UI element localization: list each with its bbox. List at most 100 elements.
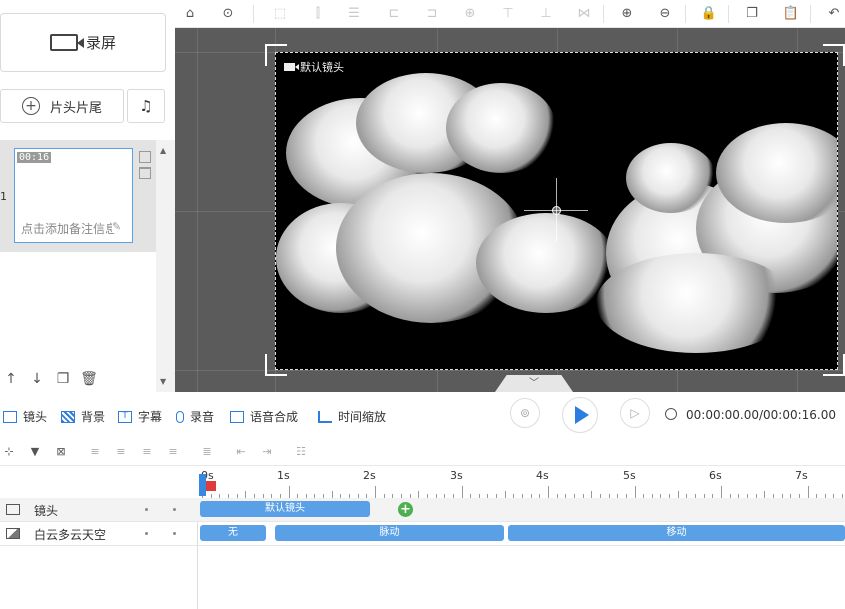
scene-index: 1 xyxy=(0,190,7,203)
align-middle-icon[interactable]: ⋈ xyxy=(575,5,593,23)
time-scale-label: 时间缩放 xyxy=(338,410,387,424)
ruler-label: 3s xyxy=(450,469,463,482)
move-up-icon[interactable]: ↑ xyxy=(0,371,22,387)
notes-icon[interactable]: ☷ xyxy=(294,445,308,459)
music-list-icon: ♫ xyxy=(139,97,153,115)
background-icon xyxy=(61,410,75,423)
align-bottom-icon[interactable]: ⊥ xyxy=(537,5,555,23)
visibility-dot[interactable] xyxy=(145,508,148,511)
lock-icon[interactable]: 🔒 xyxy=(700,5,718,23)
ruler-tick xyxy=(548,486,549,498)
scene-panel: 录屏 + 片头片尾 ♫ 1 00:16 点击添加备注信息 ✎ ▲ ▼ ↑ ↓ ❐… xyxy=(0,0,175,392)
effect-clip[interactable]: 无 xyxy=(200,525,266,541)
move-down-icon[interactable]: ↓ xyxy=(26,371,48,387)
duplicate-icon[interactable]: ❐ xyxy=(52,371,74,387)
trash-icon[interactable] xyxy=(139,167,151,179)
scene-scrollbar[interactable] xyxy=(156,140,175,392)
shrink-icon[interactable]: ⇤ xyxy=(234,445,248,459)
add-clip-button[interactable]: + xyxy=(398,502,413,517)
scroll-down-icon[interactable]: ▼ xyxy=(160,377,166,386)
ruler-label: 1s xyxy=(277,469,290,482)
play-next-button[interactable]: ▷ xyxy=(620,398,650,428)
scene-duration: 00:16 xyxy=(17,152,52,163)
target-icon[interactable]: ⊹ xyxy=(2,445,16,459)
play-icon xyxy=(575,406,589,424)
track-name: 白云多云天空 xyxy=(34,528,107,542)
clock-icon xyxy=(665,408,677,420)
distribute-h-icon[interactable]: ⫿ xyxy=(309,5,327,23)
ruler-tick xyxy=(418,491,420,498)
distribute-clip-icon[interactable]: ≣ xyxy=(200,445,214,459)
toolbar-divider xyxy=(728,5,729,23)
playhead-marker[interactable] xyxy=(206,481,216,491)
align-center-clip-icon[interactable]: ≡ xyxy=(114,445,128,459)
pencil-icon[interactable]: ✎ xyxy=(112,220,122,233)
record-audio-button[interactable]: 录音 xyxy=(176,408,214,425)
expand-icon[interactable]: ⇥ xyxy=(260,445,274,459)
next-frame-icon: ▷ xyxy=(630,406,640,420)
align-left-icon[interactable]: ⊏ xyxy=(385,5,403,23)
filter-icon[interactable]: ▼ xyxy=(28,445,42,459)
align-top-icon[interactable]: ⊤ xyxy=(499,5,517,23)
preview-zoom-button[interactable]: ⊚ xyxy=(510,398,540,428)
ruler-label: 6s xyxy=(709,469,722,482)
record-screen-button[interactable]: 录屏 xyxy=(0,13,166,72)
tts-label: 语音合成 xyxy=(250,410,299,424)
intro-outro-button[interactable]: + 片头片尾 xyxy=(0,89,124,123)
zoom-out-icon[interactable]: ⊖ xyxy=(656,5,674,23)
ruler-label: 7s xyxy=(795,469,808,482)
align-end-clip-icon[interactable]: ≡ xyxy=(166,445,180,459)
subtitle-icon: T xyxy=(118,410,132,423)
ruler-tick xyxy=(764,491,766,498)
more-icon[interactable]: ⊙ xyxy=(219,5,237,23)
align-right-clip-icon[interactable]: ≡ xyxy=(140,445,154,459)
frame-corner-tl[interactable] xyxy=(265,44,287,66)
camera-clip[interactable]: 默认镜头 xyxy=(200,501,370,517)
record-screen-label: 录屏 xyxy=(85,34,116,52)
canvas-area[interactable]: 默认镜头 ﹀ xyxy=(175,28,845,392)
align-left-clip-icon[interactable]: ≡ xyxy=(88,445,102,459)
subtitle-tool-button[interactable]: T 字幕 xyxy=(118,408,162,425)
ruler-tick xyxy=(331,491,333,498)
frame-corner-bl[interactable] xyxy=(265,354,287,376)
timeline-edit-toolbar: ⊹ ▼ ⊠ ≡ ≡ ≡ ≡ ≣ ⇤ ⇥ ☷ xyxy=(0,438,845,466)
copy-icon[interactable] xyxy=(139,151,151,163)
ruler-tick xyxy=(591,491,593,498)
delete-icon[interactable]: 🗑 xyxy=(78,371,100,387)
undo-icon[interactable]: ↶ xyxy=(825,5,843,23)
align-center-icon[interactable]: ⊕ xyxy=(461,5,479,23)
visibility-dot[interactable] xyxy=(145,532,148,535)
effect-clip[interactable]: 脉动 xyxy=(275,525,504,541)
crosshair-center[interactable] xyxy=(552,206,561,215)
frame-corner-br[interactable] xyxy=(823,354,845,376)
timeline-ruler[interactable]: 0s 1s 2s 3s 4s 5s 6s 7s xyxy=(198,466,845,498)
scene-thumbnail[interactable]: 00:16 点击添加备注信息 ✎ xyxy=(14,148,133,243)
track-row-background[interactable]: 白云多云天空 无 脉动 移动 xyxy=(0,522,845,546)
play-button[interactable] xyxy=(562,397,598,433)
distribute-v-icon[interactable]: ☰ xyxy=(345,5,363,23)
playhead[interactable] xyxy=(199,474,206,496)
toolbar-divider xyxy=(603,5,604,23)
tts-button[interactable]: 语音合成 xyxy=(230,408,298,425)
home-icon[interactable]: ⌂ xyxy=(181,5,199,23)
stage-frame[interactable]: 默认镜头 xyxy=(275,52,838,370)
track-row-camera[interactable]: 镜头 默认镜头 xyxy=(0,498,845,522)
effect-clip[interactable]: 移动 xyxy=(508,525,845,541)
camera-tool-label: 镜头 xyxy=(23,410,48,424)
music-list-button[interactable]: ♫ xyxy=(127,89,165,123)
time-scale-button[interactable]: 时间缩放 xyxy=(318,408,386,425)
lock-dot[interactable] xyxy=(173,532,176,535)
frame-corner-tr[interactable] xyxy=(823,44,845,66)
align-right-icon[interactable]: ⊐ xyxy=(423,5,441,23)
lock-dot[interactable] xyxy=(173,508,176,511)
background-tool-button[interactable]: 背景 xyxy=(61,408,105,425)
copy-icon[interactable]: ❐ xyxy=(743,5,761,23)
camera-label-text: 默认镜头 xyxy=(300,61,344,74)
group-icon[interactable]: ⬚ xyxy=(271,5,289,23)
zoom-in-icon[interactable]: ⊕ xyxy=(618,5,636,23)
collapse-timeline-button[interactable]: ﹀ xyxy=(495,375,573,392)
camera-tool-button[interactable]: 镜头 xyxy=(3,408,47,425)
clear-filter-icon[interactable]: ⊠ xyxy=(54,445,68,459)
scroll-up-icon[interactable]: ▲ xyxy=(160,146,166,155)
paste-icon[interactable]: 📋 xyxy=(782,5,800,23)
